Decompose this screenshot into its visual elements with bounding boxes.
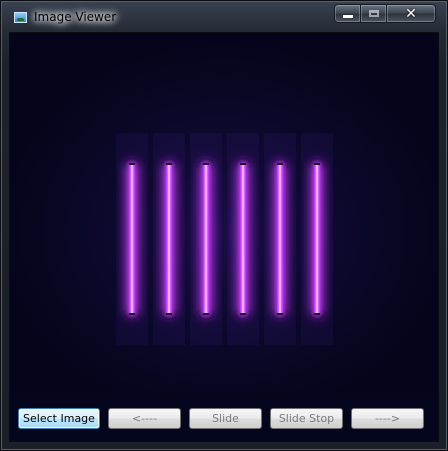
neon-tube bbox=[277, 163, 283, 315]
neon-tube-cap bbox=[203, 163, 209, 165]
neon-tube-cap bbox=[277, 313, 283, 315]
neon-tube bbox=[314, 163, 320, 315]
image-viewer-window: Image Viewer ✕ Select Image <---- Slide … bbox=[0, 0, 448, 451]
neon-tube-cap bbox=[277, 163, 283, 165]
slide-button[interactable]: Slide bbox=[189, 408, 262, 429]
neon-tube bbox=[240, 163, 246, 315]
neon-tube-cap bbox=[314, 163, 320, 165]
maximize-icon bbox=[368, 10, 379, 17]
window-title: Image Viewer bbox=[34, 10, 117, 24]
toolbar: Select Image <---- Slide Slide Stop ----… bbox=[10, 401, 438, 431]
minimize-button[interactable] bbox=[334, 4, 361, 23]
next-button[interactable]: ----> bbox=[351, 408, 424, 429]
image-viewer-app-icon bbox=[14, 12, 27, 23]
neon-tube-cap bbox=[129, 163, 135, 165]
caption-buttons: ✕ bbox=[334, 4, 436, 23]
maximize-button[interactable] bbox=[361, 4, 387, 23]
close-icon: ✕ bbox=[405, 5, 417, 22]
image-background bbox=[10, 33, 438, 393]
neon-tube bbox=[129, 163, 135, 315]
neon-tube bbox=[203, 163, 209, 315]
displayed-image bbox=[10, 33, 438, 393]
neon-tube-cap bbox=[166, 163, 172, 165]
neon-tube-cap bbox=[129, 313, 135, 315]
slide-stop-button[interactable]: Slide Stop bbox=[270, 408, 343, 429]
image-display bbox=[10, 33, 438, 393]
previous-button[interactable]: <---- bbox=[108, 408, 181, 429]
neon-tube-cap bbox=[314, 313, 320, 315]
neon-tube-cap bbox=[240, 163, 246, 165]
minimize-icon bbox=[342, 14, 353, 18]
client-area: Select Image <---- Slide Slide Stop ----… bbox=[9, 32, 439, 442]
neon-tube bbox=[166, 163, 172, 315]
close-button[interactable]: ✕ bbox=[387, 4, 436, 23]
neon-tube-cap bbox=[203, 313, 209, 315]
neon-tube-cap bbox=[166, 313, 172, 315]
neon-tube-cap bbox=[240, 313, 246, 315]
select-image-button[interactable]: Select Image bbox=[18, 408, 100, 429]
title-bar[interactable]: Image Viewer ✕ bbox=[1, 1, 447, 33]
